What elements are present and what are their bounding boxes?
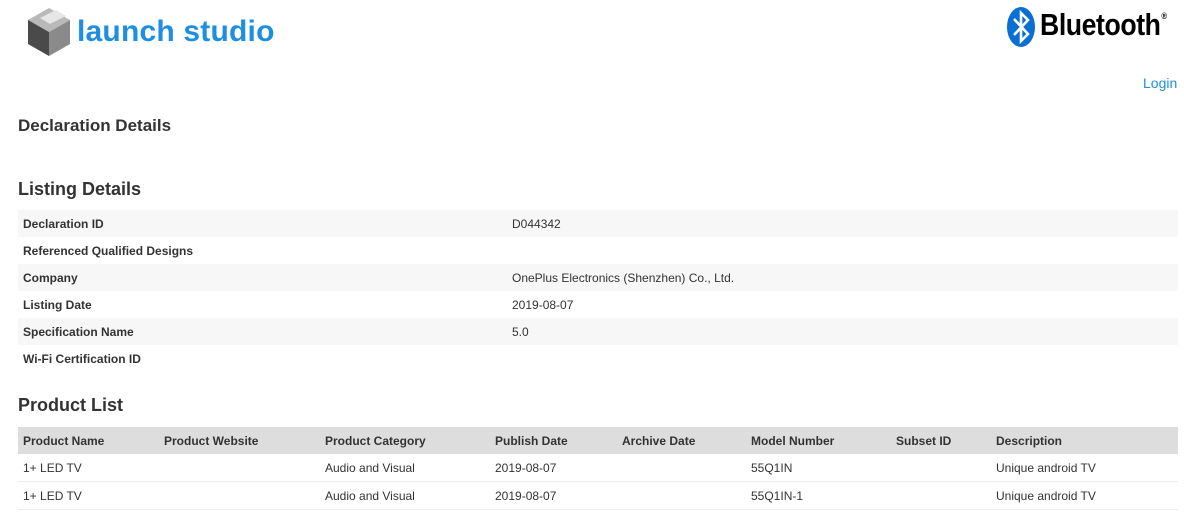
listing-value: 2019-08-07 xyxy=(512,297,574,312)
listing-details-table: Declaration ID D044342 Referenced Qualif… xyxy=(18,210,1178,372)
bluetooth-logo: Bluetooth® xyxy=(1006,6,1184,48)
listing-row: Declaration ID D044342 xyxy=(18,210,1178,237)
listing-row: Referenced Qualified Designs xyxy=(18,237,1178,264)
launch-studio-cube-icon xyxy=(28,8,70,56)
launch-studio-logo[interactable]: launch studio xyxy=(26,6,275,58)
product-table-header: Product Name Product Website Product Cat… xyxy=(18,427,1178,454)
listing-value: D044342 xyxy=(512,216,561,231)
cell-model-number: 55Q1IN-1 xyxy=(751,488,804,503)
cell-product-category: Audio and Visual xyxy=(325,460,415,475)
trademark-symbol: ® xyxy=(1161,11,1167,21)
cell-publish-date: 2019-08-07 xyxy=(495,460,557,475)
listing-label: Listing Date xyxy=(23,297,92,312)
product-list-table: Product Name Product Website Product Cat… xyxy=(18,427,1178,510)
table-row: 1+ LED TV Audio and Visual 2019-08-07 55… xyxy=(18,482,1178,510)
cell-model-number: 55Q1IN xyxy=(751,460,793,475)
bluetooth-text: Bluetooth xyxy=(1040,7,1161,42)
cell-product-name: 1+ LED TV xyxy=(23,460,82,475)
column-header-model-number[interactable]: Model Number xyxy=(746,434,891,448)
listing-label: Declaration ID xyxy=(23,216,104,231)
column-header-product-website[interactable]: Product Website xyxy=(159,434,320,448)
cell-product-name: 1+ LED TV xyxy=(23,488,82,503)
cell-publish-date: 2019-08-07 xyxy=(495,488,557,503)
bluetooth-wordmark: Bluetooth® xyxy=(1040,7,1167,43)
column-header-product-category[interactable]: Product Category xyxy=(320,434,490,448)
column-header-product-name[interactable]: Product Name xyxy=(18,434,159,448)
bluetooth-icon xyxy=(1007,7,1035,47)
brand-name: launch studio xyxy=(77,15,275,48)
cell-description: Unique android TV xyxy=(996,488,1096,503)
listing-row: Specification Name 5.0 xyxy=(18,318,1178,345)
page: launch studio Bluetooth® Login Declarati… xyxy=(0,0,1184,512)
table-row: 1+ LED TV Audio and Visual 2019-08-07 55… xyxy=(18,454,1178,482)
declaration-details-heading: Declaration Details xyxy=(18,116,172,135)
column-header-archive-date[interactable]: Archive Date xyxy=(617,434,746,448)
listing-label: Company xyxy=(23,270,78,285)
listing-value: 5.0 xyxy=(512,324,529,339)
cell-product-category: Audio and Visual xyxy=(325,488,415,503)
listing-label: Wi-Fi Certification ID xyxy=(23,351,141,366)
product-list-heading: Product List xyxy=(18,395,124,415)
cell-description: Unique android TV xyxy=(996,460,1096,475)
login-link[interactable]: Login xyxy=(1143,75,1177,91)
listing-row: Listing Date 2019-08-07 xyxy=(18,291,1178,318)
column-header-publish-date[interactable]: Publish Date xyxy=(490,434,617,448)
listing-row: Wi-Fi Certification ID xyxy=(18,345,1178,372)
listing-label: Referenced Qualified Designs xyxy=(23,243,194,258)
column-header-subset-id[interactable]: Subset ID xyxy=(891,434,991,448)
listing-details-heading: Listing Details xyxy=(18,179,142,199)
listing-row: Company OnePlus Electronics (Shenzhen) C… xyxy=(18,264,1178,291)
listing-label: Specification Name xyxy=(23,324,134,339)
column-header-description[interactable]: Description xyxy=(991,434,1178,448)
listing-value: OnePlus Electronics (Shenzhen) Co., Ltd. xyxy=(512,270,735,285)
